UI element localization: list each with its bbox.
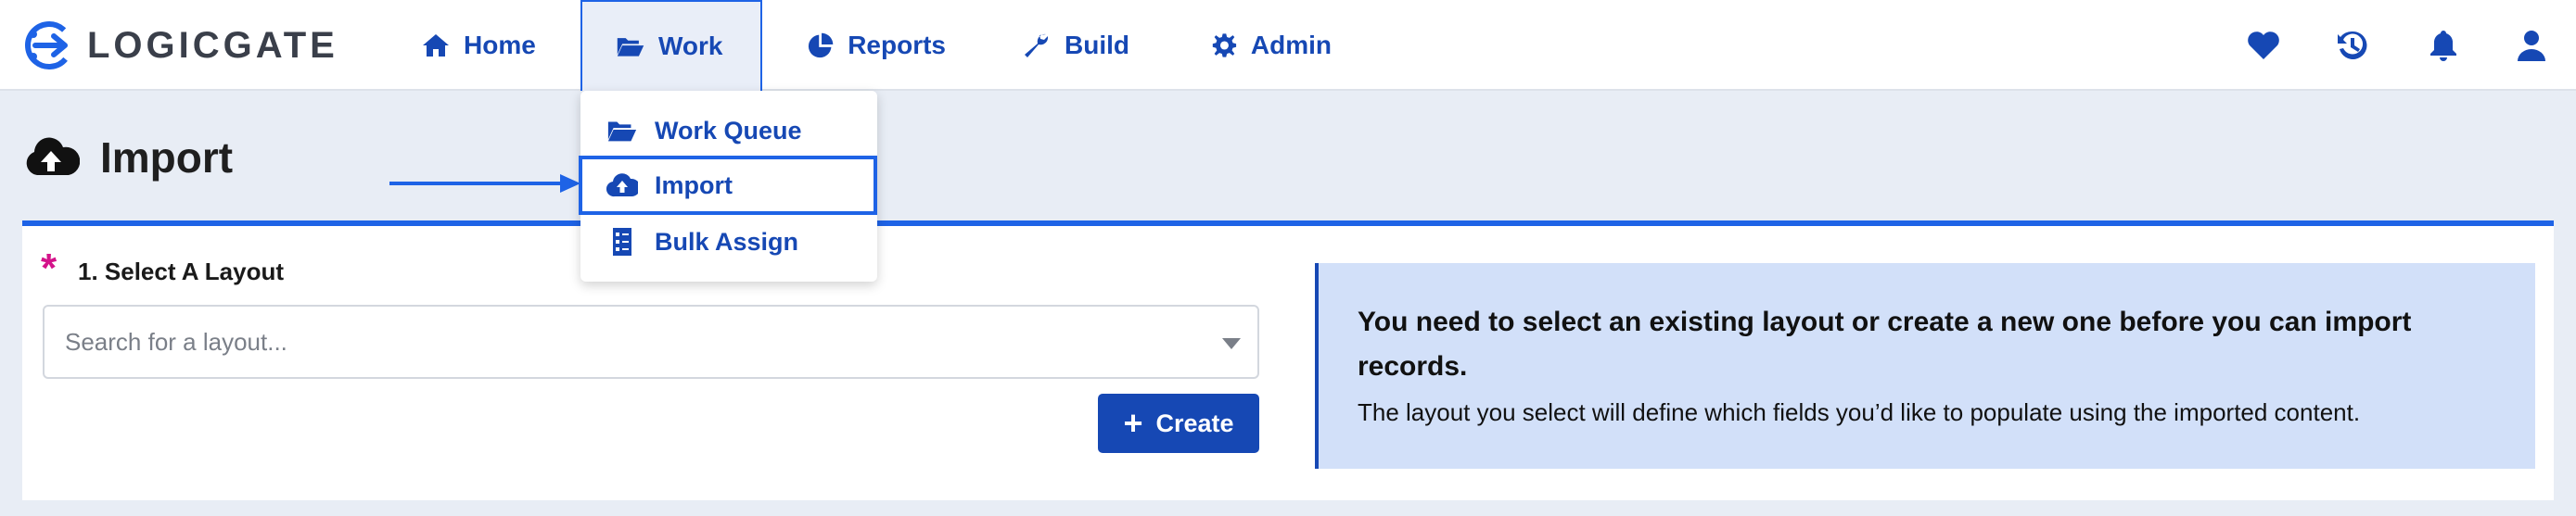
create-layout-button[interactable]: + Create (1098, 394, 1259, 453)
wrench-icon (1025, 33, 1049, 57)
pie-chart-icon (808, 32, 834, 58)
select-layout-label: 1. Select A Layout (78, 258, 285, 285)
import-panel: * 1. Select A Layout + Create You need t… (22, 220, 2554, 500)
logicgate-logo-icon (25, 21, 73, 69)
user-icon (2518, 31, 2545, 61)
top-navigation: LOGICGATE Home Work Reports Build Admin (0, 0, 2576, 91)
nav-reports[interactable]: Reports (807, 0, 946, 91)
folder-open-icon (607, 121, 637, 142)
plus-icon: + (1123, 404, 1143, 442)
cloud-upload-icon (606, 173, 638, 197)
nav-build-label: Build (1065, 31, 1129, 59)
info-callout: You need to select an existing layout or… (1315, 263, 2535, 469)
nav-work[interactable]: Work (580, 0, 762, 91)
layout-search-select[interactable] (43, 305, 1259, 379)
info-body: The layout you select will define which … (1358, 398, 2361, 426)
favorites-button[interactable] (2246, 28, 2281, 63)
logicgate-logo[interactable]: LOGICGATE (22, 19, 338, 72)
create-button-label: Create (1155, 409, 1234, 437)
folder-open-icon (617, 38, 644, 57)
menu-item-label: Bulk Assign (655, 227, 799, 256)
info-title: You need to select an existing layout or… (1358, 307, 2412, 382)
menu-item-bulk-assign[interactable]: Bulk Assign (580, 212, 877, 271)
page-title-text: Import (100, 133, 234, 182)
menu-item-work-queue[interactable]: Work Queue (580, 101, 877, 160)
gear-icon (1212, 33, 1237, 57)
nav-home-label: Home (464, 31, 536, 59)
history-button[interactable] (2335, 28, 2370, 63)
nav-admin[interactable]: Admin (1211, 0, 1332, 91)
menu-item-label: Work Queue (655, 116, 802, 145)
work-dropdown-menu: Work Queue Import Bulk Assign (579, 91, 877, 282)
logo-text: LOGICGATE (87, 24, 338, 66)
layout-search-input[interactable] (65, 327, 1178, 357)
nav-admin-label: Admin (1250, 31, 1332, 59)
nav-build[interactable]: Build (1022, 0, 1142, 91)
checklist-icon (613, 228, 631, 256)
menu-item-label: Import (655, 170, 733, 199)
chevron-down-icon[interactable] (1222, 338, 1241, 349)
required-indicator: * (41, 245, 57, 291)
user-profile-button[interactable] (2514, 28, 2549, 63)
history-icon (2338, 31, 2367, 59)
nav-reports-label: Reports (848, 31, 946, 59)
page-title: Import (22, 130, 233, 185)
heart-icon (2248, 31, 2279, 59)
nav-work-label: Work (658, 31, 723, 60)
menu-item-import[interactable]: Import (579, 156, 877, 215)
home-icon (423, 34, 449, 57)
nav-home[interactable]: Home (421, 0, 547, 91)
cloud-upload-icon (26, 137, 80, 175)
notifications-button[interactable] (2426, 28, 2461, 63)
annotation-arrow (389, 174, 580, 193)
bell-icon (2430, 31, 2456, 61)
